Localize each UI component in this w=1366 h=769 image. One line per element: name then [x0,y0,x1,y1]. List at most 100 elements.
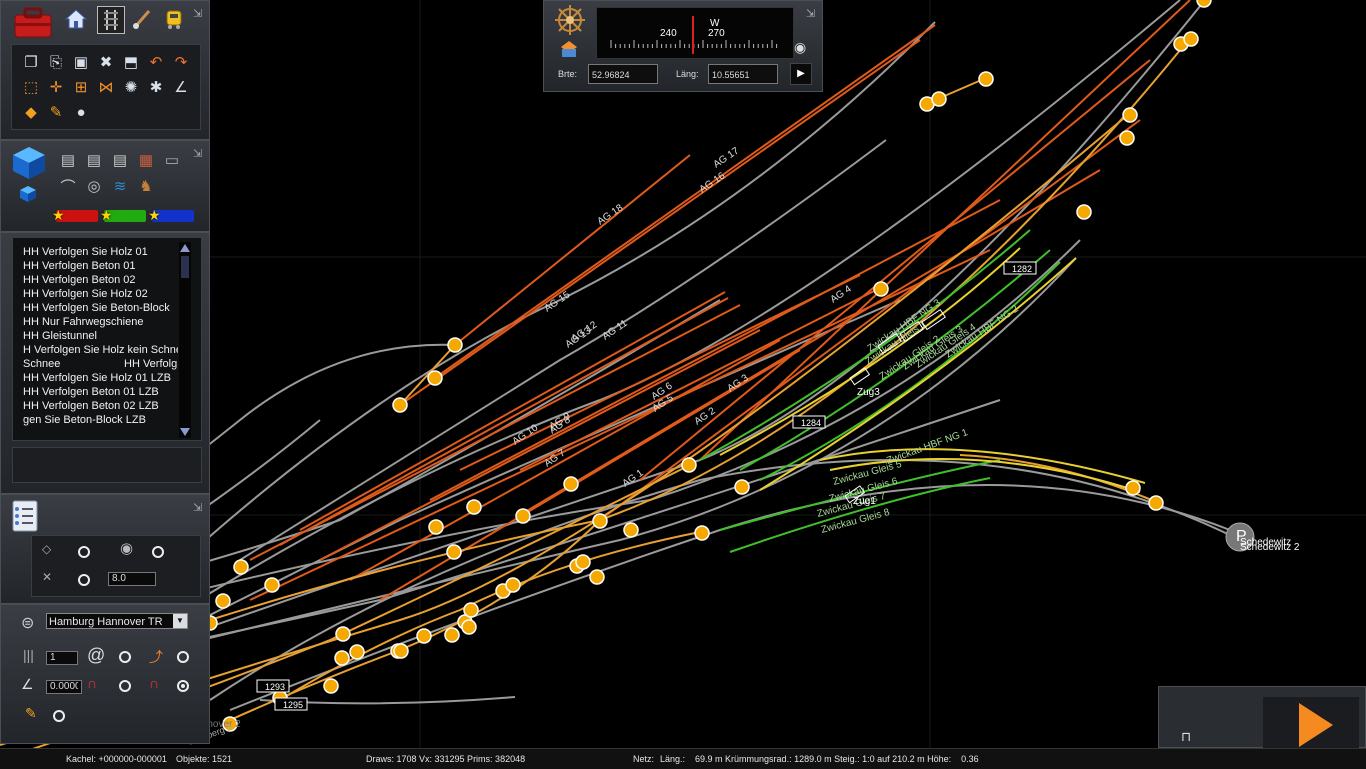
bricks-icon[interactable]: ▦ [135,149,157,171]
toolbox-icon[interactable] [11,5,55,41]
paint-brush-icon[interactable] [131,8,153,30]
bridge-icon[interactable]: ⌒ [57,175,79,197]
favorite-slot[interactable]: ★ [148,207,194,223]
track-node[interactable] [461,619,477,635]
chevron-down-icon[interactable]: ▼ [173,614,187,628]
angle-icon[interactable]: ∠ [170,76,192,98]
checklist-icon[interactable] [9,499,43,533]
list-item[interactable]: HH Verfolgen Beton 01 [23,260,178,272]
track-node[interactable] [393,643,409,659]
scroll-up-icon[interactable] [180,244,190,252]
track-node[interactable] [334,650,350,666]
concrete-icon[interactable]: ▭ [161,149,183,171]
go-button[interactable]: ▶ [790,63,812,85]
tunnel-icon[interactable]: ◎ [83,175,105,197]
track-node[interactable] [873,281,889,297]
ag-track[interactable] [399,39,921,406]
delete-icon[interactable]: ✖ [95,51,117,73]
list-item[interactable]: HH Verfolgen Sie Holz 02 [23,288,178,300]
pin-icon[interactable]: ⇲ [193,147,202,160]
track-node[interactable] [428,519,444,535]
compass-icon[interactable] [554,4,586,36]
list-item[interactable]: HH Verfolg [124,358,177,370]
sun-icon[interactable]: ✺ [120,76,142,98]
list-item[interactable]: HH Verfolgen Sie Holz 01 [23,246,178,258]
track-node[interactable] [416,628,432,644]
track-node[interactable] [1148,495,1164,511]
list-item[interactable]: Schnee [23,358,118,370]
lat-input[interactable]: 52.96824 [588,64,658,84]
cube-icon[interactable] [11,145,47,181]
home-icon[interactable] [65,8,87,30]
track-node[interactable] [1125,480,1141,496]
heading-strip[interactable]: W 240 270 [596,7,794,59]
move-icon[interactable]: ✛ [45,76,67,98]
rails-icon[interactable]: ▤ [57,149,79,171]
lon-input[interactable]: 10.55651 [708,64,778,84]
track-editor-icon[interactable] [97,6,125,34]
select-rect-icon[interactable]: ⬚ [20,76,42,98]
track-node[interactable] [978,71,994,87]
ag-track[interactable] [279,297,729,546]
track-node[interactable] [447,337,463,353]
ag-track[interactable] [249,304,741,561]
list-item[interactable]: HH Verfolgen Sie Beton-Block [23,302,178,314]
track-node[interactable] [264,577,280,593]
track-node[interactable] [681,457,697,473]
favorite-slot[interactable]: ★ [52,207,98,223]
track-node[interactable] [592,513,608,529]
undo-icon[interactable]: ↶ [145,51,167,73]
track-node[interactable] [515,508,531,524]
ag-track[interactable] [519,287,881,471]
list-item[interactable]: HH Verfolgen Beton 02 LZB [23,400,178,412]
pin-icon[interactable]: ⇲ [193,501,202,514]
rails2-icon[interactable]: ▤ [83,149,105,171]
ag-track[interactable] [349,339,781,581]
list-item[interactable]: gen Sie Beton-Block LZB [23,414,178,426]
track-node[interactable] [466,499,482,515]
track-node[interactable] [444,627,460,643]
track-node[interactable] [392,397,408,413]
list-item[interactable]: HH Verfolgen Sie Holz 01 LZB [23,372,178,384]
train-icon[interactable] [163,8,185,30]
track-node[interactable] [335,626,351,642]
track-node[interactable] [349,644,365,660]
style-select[interactable]: Hamburg Hannover TR ▼ [46,613,188,629]
list-item[interactable]: HH Verfolgen Beton 01 LZB [23,386,178,398]
ball-icon[interactable]: ● [70,101,92,123]
objects-icon[interactable]: ◆ [20,101,42,123]
pin-icon[interactable]: ⇲ [806,7,815,20]
scroll-thumb[interactable] [181,256,189,278]
track-node[interactable] [563,476,579,492]
copy-icon[interactable]: ❐ [20,51,42,73]
gauge-input[interactable] [46,651,78,665]
ag-track[interactable] [319,329,761,561]
track-node[interactable] [505,577,521,593]
small-cube-icon[interactable] [19,185,37,203]
track-node[interactable] [446,544,462,560]
figure-icon[interactable]: ♞ [135,175,157,197]
unlock-icon[interactable]: ⊓ [1181,729,1191,745]
stamp-icon[interactable]: ⬒ [120,51,142,73]
spiral-radio[interactable] [119,651,131,663]
target-radio[interactable] [152,546,164,558]
track-node[interactable] [427,370,443,386]
paste-icon[interactable]: ⎘ [45,51,67,73]
record-icon[interactable]: ◉ [794,39,806,56]
list-item[interactable]: H Verfolgen Sie Holz kein Schnee [23,344,178,356]
track-node[interactable] [734,479,750,495]
ag-track[interactable] [639,59,1151,481]
camera-icon[interactable] [558,39,580,59]
redo-icon[interactable]: ↷ [170,51,192,73]
height-input[interactable] [108,572,156,586]
split-icon[interactable]: ⊞ [70,76,92,98]
track-node[interactable] [1119,130,1135,146]
monitor-icon[interactable]: ▣ [70,51,92,73]
track-list[interactable]: HH Verfolgen Sie Holz 01 HH Verfolgen Bet… [12,237,202,441]
ruler-icon[interactable]: ⋈ [95,76,117,98]
track-node[interactable] [931,91,947,107]
cross-radio[interactable] [78,574,90,586]
track-node[interactable] [694,525,710,541]
track-node[interactable] [463,602,479,618]
track-node[interactable] [589,569,605,585]
